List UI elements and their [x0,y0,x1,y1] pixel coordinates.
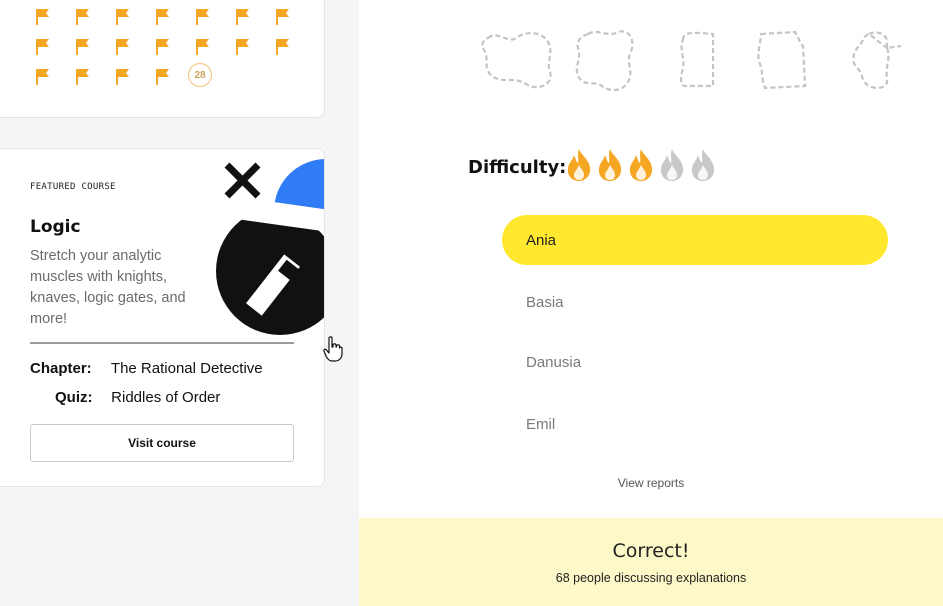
chapter-label: Chapter: [30,360,92,377]
flag-icon [115,38,131,56]
progress-card: 28 [0,0,325,118]
quiz-panel: Difficulty: Ania Basia Danusia Emil View… [359,0,943,606]
answer-option-label: Emil [526,415,556,433]
flag-icon [275,38,291,56]
flag-icon [195,8,211,26]
flag-icon [75,38,91,56]
flag-icon [155,68,171,86]
result-title: Correct! [612,540,690,562]
flame-inactive-icon [660,149,684,181]
flame-inactive-icon [691,149,715,181]
quiz-label: Quiz: [55,389,93,406]
course-description: Stretch your analytic muscles with knigh… [30,248,186,327]
flag-icon [155,38,171,56]
course-title: Logic [30,217,81,237]
answer-option-emil[interactable]: Emil [502,399,888,449]
flame-active-icon [567,149,591,181]
flag-icon [75,8,91,26]
view-reports-link[interactable]: View reports [359,476,943,490]
flame-active-icon [598,149,622,181]
answer-option-basia[interactable]: Basia [502,277,888,327]
remaining-counter: 28 [188,63,212,87]
visit-course-button[interactable]: Visit course [30,424,294,462]
answer-option-ania[interactable]: Ania [502,215,888,265]
answer-option-danusia[interactable]: Danusia [502,337,888,387]
flag-icon [35,8,51,26]
flag-icon [115,8,131,26]
featured-course-card[interactable]: FEATURED COURSE Logic Stretch your analy… [0,148,325,487]
flag-icon [35,38,51,56]
flame-active-icon [629,149,653,181]
flag-icon [115,68,131,86]
hand-pointer-cursor-icon [323,336,343,362]
answer-option-label: Danusia [526,353,582,371]
difficulty-rating [565,148,717,182]
outline-shape-2-icon [575,30,634,92]
result-banner: Correct! 68 people discussing explanatio… [359,518,943,606]
outline-shape-1-icon [481,32,552,89]
featured-eyebrow: FEATURED COURSE [30,182,116,192]
card-divider [30,342,294,344]
chapter-row: Chapter: The Rational Detective [30,360,263,377]
flag-icon [235,38,251,56]
flag-icon [155,8,171,26]
chapter-value: The Rational Detective [110,360,263,377]
logic-course-illustration [216,159,324,335]
flag-icon [195,38,211,56]
flag-icon [35,68,51,86]
discussion-count-link[interactable]: 68 people discussing explanations [359,571,943,585]
answer-option-label: Ania [526,231,557,249]
quiz-row: Quiz: Riddles of Order [55,389,220,406]
flag-icon [275,8,291,26]
flag-icon [235,8,251,26]
flag-icon [75,68,91,86]
x-mark-icon [224,162,261,199]
left-column: 28 FEATURED COURSE Logic Stretch your an… [0,0,359,606]
outline-shape-4-icon [757,30,807,90]
outline-shape-3-icon [679,31,715,88]
quiz-value: Riddles of Order [111,389,221,406]
answer-option-label: Basia [526,293,564,311]
outline-shape-5-icon [852,31,902,89]
difficulty-label: Difficulty: [468,157,567,178]
